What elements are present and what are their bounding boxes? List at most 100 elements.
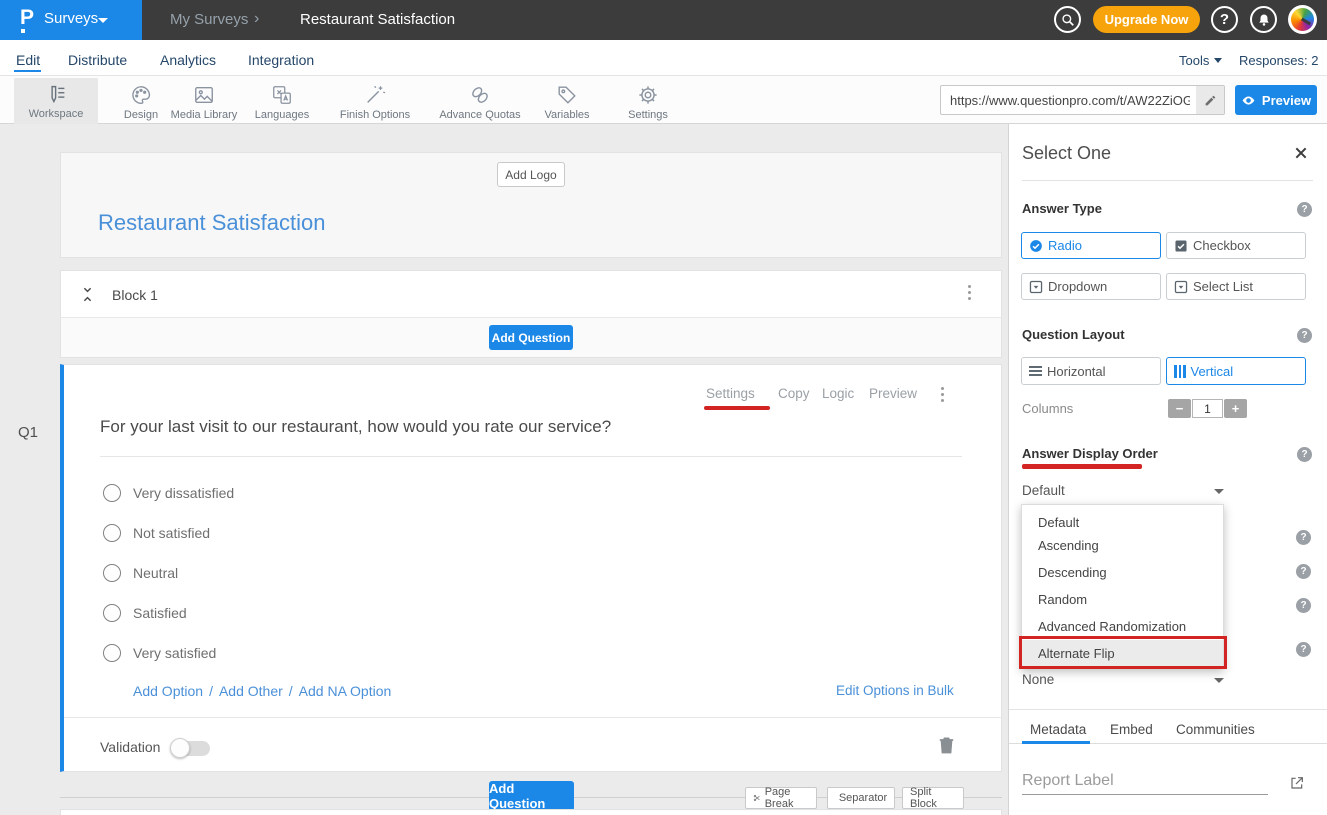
edit-options-in-bulk-link[interactable]: Edit Options in Bulk bbox=[836, 683, 954, 698]
breadcrumb-parent[interactable]: My Surveys bbox=[170, 11, 248, 28]
scissors-icon bbox=[753, 793, 761, 803]
toolbar-item-finish-options[interactable]: Finish Options bbox=[330, 84, 420, 121]
toolbar-item-languages[interactable]: Languages bbox=[247, 84, 317, 121]
tag-icon bbox=[556, 84, 578, 106]
survey-url-input[interactable] bbox=[940, 85, 1225, 115]
validation-toggle-knob[interactable] bbox=[170, 738, 190, 758]
option-label[interactable]: Not satisfied bbox=[133, 525, 210, 541]
select-caret-icon bbox=[1214, 489, 1224, 494]
answer-type-label-text: Dropdown bbox=[1048, 279, 1107, 294]
toolbar-item-variables[interactable]: Variables bbox=[537, 84, 597, 121]
toolbar-label: Settings bbox=[628, 109, 668, 121]
surveys-menu-label[interactable]: Surveys bbox=[44, 10, 98, 27]
search-button[interactable] bbox=[1054, 6, 1081, 33]
question-text[interactable]: For your last visit to our restaurant, h… bbox=[100, 417, 611, 437]
responses-count[interactable]: Responses: 2 bbox=[1239, 53, 1319, 68]
tab-integration[interactable]: Integration bbox=[248, 52, 314, 68]
toolbar-item-design[interactable]: Design bbox=[111, 84, 171, 121]
toolbar-item-workspace[interactable]: Workspace bbox=[14, 78, 98, 124]
layout-label-text: Horizontal bbox=[1047, 364, 1106, 379]
radio-option[interactable] bbox=[103, 484, 121, 502]
split-block-button[interactable]: Split Block bbox=[902, 787, 964, 809]
horizontal-bars-icon bbox=[1029, 364, 1042, 378]
help-button[interactable]: ? bbox=[1211, 6, 1238, 33]
option-label[interactable]: Satisfied bbox=[133, 605, 187, 621]
radio-option[interactable] bbox=[103, 564, 121, 582]
add-logo-button[interactable]: Add Logo bbox=[497, 162, 565, 187]
close-icon bbox=[1294, 146, 1308, 160]
avatar[interactable] bbox=[1288, 5, 1317, 34]
upgrade-now-button[interactable]: Upgrade Now bbox=[1093, 6, 1200, 33]
app-window: P Surveys My Surveys › Restaurant Satisf… bbox=[0, 0, 1327, 815]
question-tab-settings[interactable]: Settings bbox=[706, 386, 755, 401]
page-break-button[interactable]: Page Break bbox=[745, 787, 817, 809]
add-na-option-link[interactable]: Add NA Option bbox=[299, 683, 392, 699]
layout-vertical[interactable]: Vertical bbox=[1166, 357, 1306, 385]
edit-url-button[interactable] bbox=[1196, 86, 1224, 114]
question-mark-icon: ? bbox=[1220, 11, 1229, 28]
close-panel-button[interactable] bbox=[1294, 146, 1308, 165]
split-block-label: Split Block bbox=[910, 786, 956, 810]
option-label[interactable]: Neutral bbox=[133, 565, 178, 581]
answer-type-help-icon[interactable]: ? bbox=[1297, 202, 1312, 217]
columns-plus-button[interactable]: + bbox=[1224, 399, 1247, 418]
hidden-setting-help-icon[interactable]: ? bbox=[1296, 564, 1311, 579]
toolbar-item-advance-quotas[interactable]: Advance Quotas bbox=[430, 84, 530, 121]
panel-tab-embed[interactable]: Embed bbox=[1110, 722, 1153, 737]
option-label[interactable]: Very satisfied bbox=[133, 645, 216, 661]
add-option-link[interactable]: Add Option bbox=[133, 683, 203, 699]
menu-item-default[interactable]: Default bbox=[1022, 505, 1223, 532]
preview-button[interactable]: Preview bbox=[1235, 85, 1317, 115]
answer-type-radio[interactable]: Radio bbox=[1021, 232, 1161, 259]
answer-type-dropdown[interactable]: Dropdown bbox=[1021, 273, 1161, 300]
panel-tab-metadata[interactable]: Metadata bbox=[1030, 722, 1086, 737]
add-question-button-bottom[interactable]: Add Question bbox=[489, 781, 574, 811]
report-label-input[interactable] bbox=[1022, 772, 1268, 795]
question-tab-copy[interactable]: Copy bbox=[778, 386, 810, 401]
radio-option[interactable] bbox=[103, 524, 121, 542]
hidden-setting-help-icon[interactable]: ? bbox=[1296, 642, 1311, 657]
layout-horizontal[interactable]: Horizontal bbox=[1021, 357, 1161, 385]
add-question-button-top[interactable]: Add Question bbox=[489, 325, 573, 350]
tab-distribute[interactable]: Distribute bbox=[68, 52, 127, 68]
tab-edit[interactable]: Edit bbox=[16, 52, 40, 68]
answer-display-order-help-icon[interactable]: ? bbox=[1297, 447, 1312, 462]
columns-value[interactable]: 1 bbox=[1192, 399, 1223, 418]
panel-title: Select One bbox=[1022, 143, 1111, 164]
panel-tab-communities[interactable]: Communities bbox=[1176, 722, 1255, 737]
option-label[interactable]: Very dissatisfied bbox=[133, 485, 234, 501]
question-menu-button[interactable] bbox=[941, 387, 944, 402]
notifications-button[interactable] bbox=[1250, 6, 1277, 33]
collapse-block-button[interactable] bbox=[80, 286, 95, 308]
add-other-link[interactable]: Add Other bbox=[219, 683, 283, 699]
question-code: Q1 bbox=[18, 424, 38, 441]
tab-analytics[interactable]: Analytics bbox=[160, 52, 216, 68]
menu-item-descending[interactable]: Descending bbox=[1022, 559, 1223, 586]
block-label[interactable]: Block 1 bbox=[112, 287, 158, 303]
radio-option[interactable] bbox=[103, 644, 121, 662]
answer-type-checkbox[interactable]: Checkbox bbox=[1166, 232, 1306, 259]
menu-item-random[interactable]: Random bbox=[1022, 586, 1223, 613]
none-select[interactable]: None bbox=[1022, 672, 1054, 687]
columns-minus-button[interactable]: − bbox=[1168, 399, 1191, 418]
hidden-setting-help-icon[interactable]: ? bbox=[1296, 530, 1311, 545]
tools-menu[interactable]: Tools bbox=[1179, 53, 1222, 68]
expand-report-label-button[interactable] bbox=[1289, 775, 1305, 796]
block-menu-button[interactable] bbox=[968, 285, 971, 300]
toolbar-item-media-library[interactable]: Media Library bbox=[164, 84, 244, 121]
separator-label: Separator bbox=[839, 792, 887, 804]
menu-item-ascending[interactable]: Ascending bbox=[1022, 532, 1223, 559]
select-list-box-icon bbox=[1174, 280, 1188, 294]
question-layout-help-icon[interactable]: ? bbox=[1297, 328, 1312, 343]
survey-title[interactable]: Restaurant Satisfaction bbox=[98, 210, 325, 236]
answer-type-select-list[interactable]: Select List bbox=[1166, 273, 1306, 300]
toolbar-item-settings[interactable]: Settings bbox=[618, 84, 678, 121]
separator-button[interactable]: Separator bbox=[827, 787, 895, 809]
delete-question-button[interactable] bbox=[938, 735, 955, 760]
answer-display-order-select[interactable]: Default bbox=[1022, 483, 1065, 498]
answer-display-order-label: Answer Display Order bbox=[1022, 446, 1158, 461]
radio-option[interactable] bbox=[103, 604, 121, 622]
question-tab-preview[interactable]: Preview bbox=[869, 386, 917, 401]
question-tab-logic[interactable]: Logic bbox=[822, 386, 854, 401]
hidden-setting-help-icon[interactable]: ? bbox=[1296, 598, 1311, 613]
